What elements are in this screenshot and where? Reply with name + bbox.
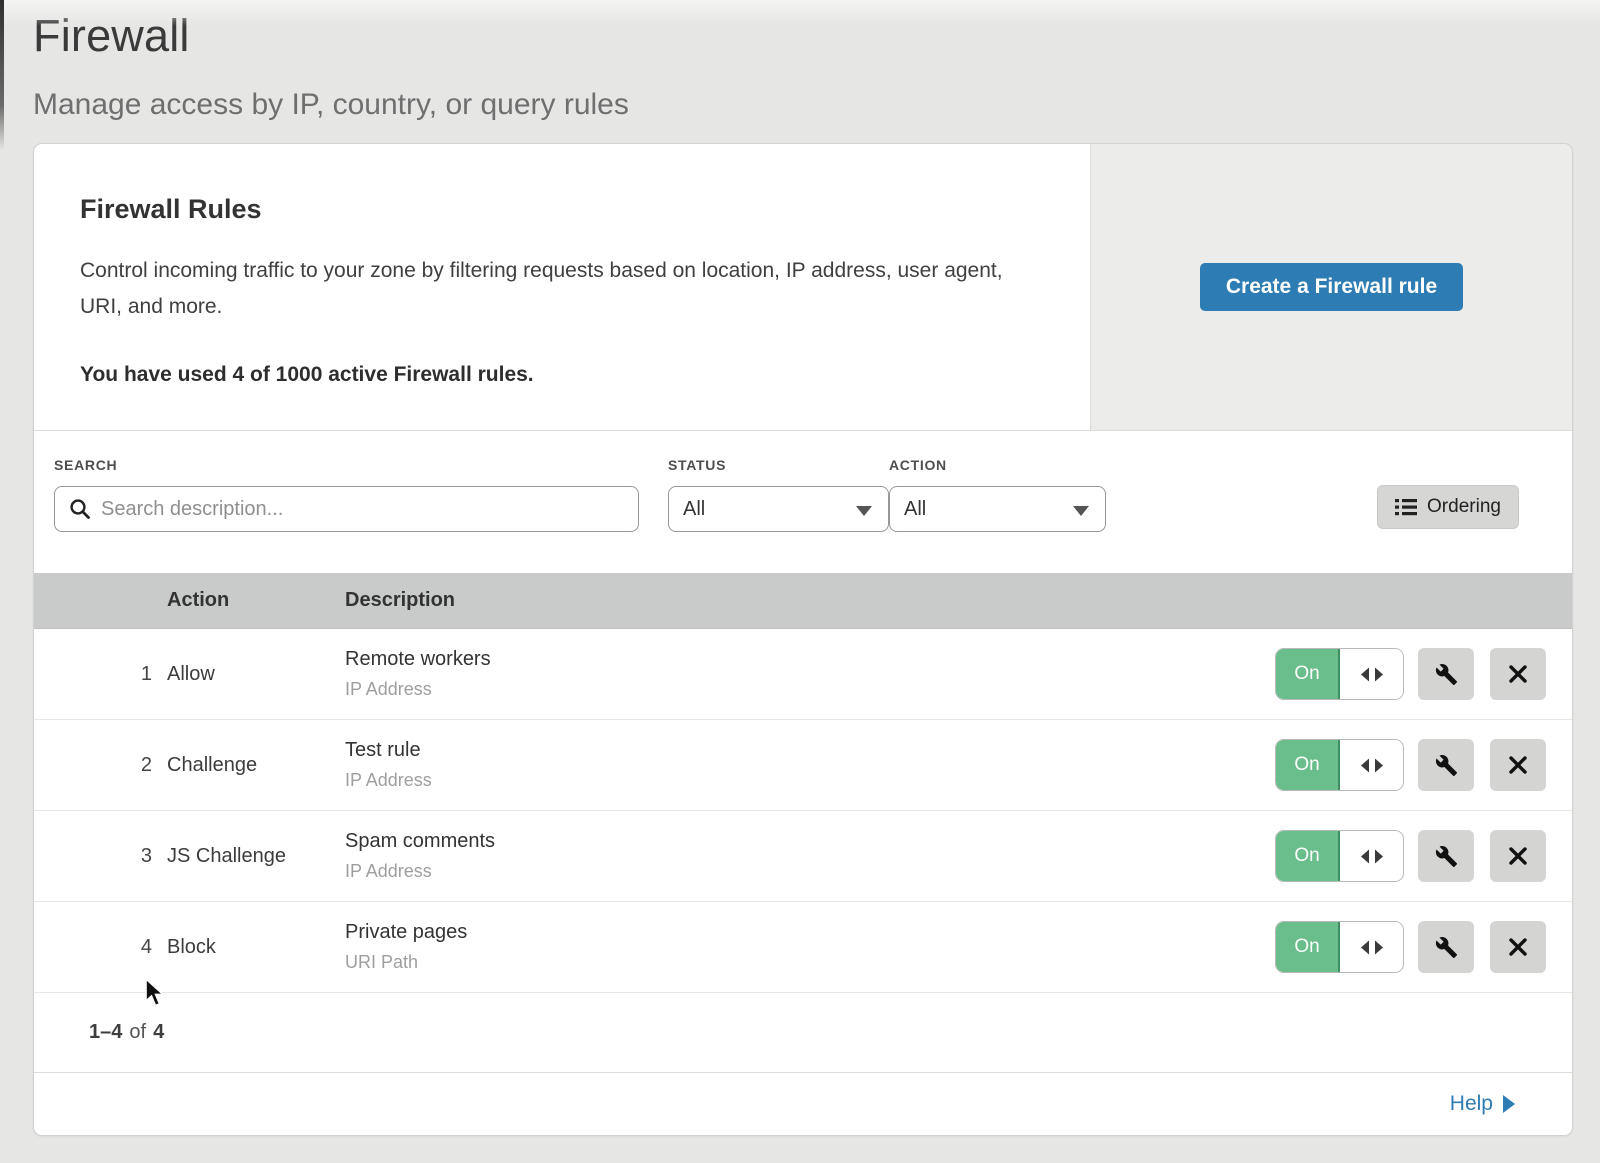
wrench-icon bbox=[1435, 754, 1458, 777]
rule-controls: On bbox=[1275, 648, 1572, 700]
edit-rule-button[interactable] bbox=[1418, 648, 1474, 700]
status-filter: STATUS All bbox=[668, 457, 889, 532]
search-label: SEARCH bbox=[54, 457, 639, 473]
ordering-button-label: Ordering bbox=[1427, 496, 1501, 518]
rule-match-type: IP Address bbox=[345, 679, 1275, 700]
triangle-right-icon bbox=[1503, 1095, 1515, 1113]
rule-priority: 2 bbox=[34, 754, 152, 777]
wrench-icon bbox=[1435, 845, 1458, 868]
edit-rule-button[interactable] bbox=[1418, 830, 1474, 882]
action-label: ACTION bbox=[889, 457, 1106, 473]
rule-description-title: Test rule bbox=[345, 739, 1275, 762]
page-subtitle: Manage access by IP, country, or query r… bbox=[33, 88, 1600, 122]
pagination: 1–4 of 4 bbox=[34, 993, 1572, 1073]
rule-match-type: URI Path bbox=[345, 952, 1275, 973]
toggle-on-label: On bbox=[1276, 740, 1340, 790]
table-row: 1 Allow Remote workers IP Address On bbox=[34, 629, 1572, 720]
rule-action: JS Challenge bbox=[167, 845, 330, 868]
rule-description: Private pages URI Path bbox=[345, 921, 1275, 973]
rule-toggle[interactable]: On bbox=[1275, 648, 1404, 700]
rules-summary-section: Firewall Rules Control incoming traffic … bbox=[34, 144, 1572, 431]
rule-action: Challenge bbox=[167, 754, 330, 777]
status-select[interactable]: All bbox=[668, 486, 889, 532]
toggle-on-label: On bbox=[1276, 649, 1340, 699]
status-label: STATUS bbox=[668, 457, 889, 473]
pagination-separator: of bbox=[129, 1021, 146, 1044]
search-box bbox=[54, 486, 639, 532]
column-header-action: Action bbox=[167, 589, 330, 612]
close-icon bbox=[1508, 664, 1528, 684]
window-left-edge bbox=[0, 0, 4, 150]
rule-toggle[interactable]: On bbox=[1275, 739, 1404, 791]
table-header: Action Description bbox=[34, 573, 1572, 629]
status-select-value: All bbox=[683, 498, 705, 521]
action-select-value: All bbox=[904, 498, 926, 521]
delete-rule-button[interactable] bbox=[1490, 921, 1546, 973]
table-row: 4 Block Private pages URI Path On bbox=[34, 902, 1572, 993]
rule-toggle[interactable]: On bbox=[1275, 830, 1404, 882]
column-header-description: Description bbox=[345, 589, 1572, 612]
toggle-on-label: On bbox=[1276, 831, 1340, 881]
delete-rule-button[interactable] bbox=[1490, 830, 1546, 882]
toggle-arrows-icon bbox=[1340, 831, 1403, 881]
firewall-rules-card: Firewall Rules Control incoming traffic … bbox=[33, 143, 1573, 1136]
action-select[interactable]: All bbox=[889, 486, 1106, 532]
rules-heading: Firewall Rules bbox=[80, 194, 1030, 225]
rules-info: Firewall Rules Control incoming traffic … bbox=[34, 144, 1090, 430]
rule-description-title: Spam comments bbox=[345, 830, 1275, 853]
table-row: 3 JS Challenge Spam comments IP Address … bbox=[34, 811, 1572, 902]
help-link[interactable]: Help bbox=[1450, 1092, 1515, 1116]
pagination-range: 1–4 bbox=[89, 1021, 122, 1044]
toggle-arrows-icon bbox=[1340, 922, 1403, 972]
page-header: Firewall Manage access by IP, country, o… bbox=[0, 0, 1600, 122]
rule-description: Remote workers IP Address bbox=[345, 648, 1275, 700]
wrench-icon bbox=[1435, 663, 1458, 686]
search-input[interactable] bbox=[54, 486, 639, 532]
rule-controls: On bbox=[1275, 830, 1572, 882]
chevron-down-icon bbox=[856, 506, 872, 516]
chevron-down-icon bbox=[1073, 506, 1089, 516]
search-filter: SEARCH bbox=[54, 457, 639, 532]
toggle-arrows-icon bbox=[1340, 649, 1403, 699]
rules-description: Control incoming traffic to your zone by… bbox=[80, 253, 1030, 325]
ordered-list-icon bbox=[1395, 497, 1417, 517]
rule-controls: On bbox=[1275, 739, 1572, 791]
rule-action: Block bbox=[167, 936, 330, 959]
rule-description: Test rule IP Address bbox=[345, 739, 1275, 791]
rule-priority: 4 bbox=[34, 936, 152, 959]
card-footer: Help bbox=[34, 1073, 1572, 1135]
table-row: 2 Challenge Test rule IP Address On bbox=[34, 720, 1572, 811]
rule-priority: 3 bbox=[34, 845, 152, 868]
help-link-label: Help bbox=[1450, 1092, 1493, 1116]
search-icon bbox=[69, 498, 91, 520]
rule-match-type: IP Address bbox=[345, 861, 1275, 882]
rule-toggle[interactable]: On bbox=[1275, 921, 1404, 973]
rule-action: Allow bbox=[167, 663, 330, 686]
toggle-on-label: On bbox=[1276, 922, 1340, 972]
close-icon bbox=[1508, 755, 1528, 775]
create-rule-panel: Create a Firewall rule bbox=[1090, 144, 1572, 430]
pagination-total: 4 bbox=[153, 1021, 164, 1044]
create-firewall-rule-button[interactable]: Create a Firewall rule bbox=[1200, 263, 1463, 311]
ordering-button[interactable]: Ordering bbox=[1377, 485, 1519, 529]
wrench-icon bbox=[1435, 936, 1458, 959]
rules-usage-count: You have used 4 of 1000 active Firewall … bbox=[80, 363, 1030, 387]
filters-bar: SEARCH STATUS All ACTION All bbox=[34, 431, 1572, 573]
close-icon bbox=[1508, 846, 1528, 866]
edit-rule-button[interactable] bbox=[1418, 921, 1474, 973]
close-icon bbox=[1508, 937, 1528, 957]
toggle-arrows-icon bbox=[1340, 740, 1403, 790]
rule-description-title: Remote workers bbox=[345, 648, 1275, 671]
action-filter: ACTION All bbox=[889, 457, 1106, 532]
page-title: Firewall bbox=[33, 10, 1600, 62]
rule-priority: 1 bbox=[34, 663, 152, 686]
delete-rule-button[interactable] bbox=[1490, 739, 1546, 791]
rule-controls: On bbox=[1275, 921, 1572, 973]
edit-rule-button[interactable] bbox=[1418, 739, 1474, 791]
rule-description-title: Private pages bbox=[345, 921, 1275, 944]
delete-rule-button[interactable] bbox=[1490, 648, 1546, 700]
rule-match-type: IP Address bbox=[345, 770, 1275, 791]
rule-description: Spam comments IP Address bbox=[345, 830, 1275, 882]
